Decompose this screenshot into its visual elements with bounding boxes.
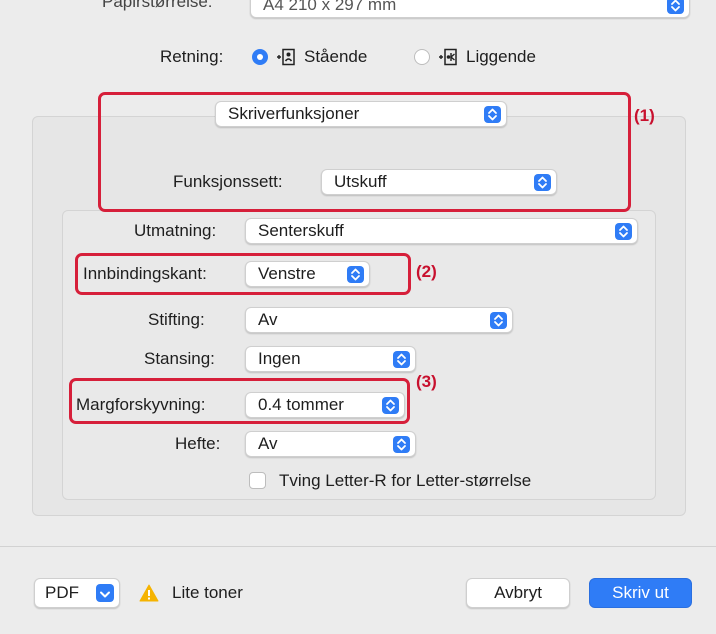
chevron-down-icon — [96, 584, 114, 602]
output-select[interactable]: Senterskuff — [245, 218, 638, 244]
stapling-value: Av — [258, 310, 278, 329]
low-toner-warning: Lite toner — [172, 583, 243, 602]
stepper-icon — [393, 436, 410, 453]
output-label: Utmatning: — [134, 221, 217, 240]
stapling-select[interactable]: Av — [245, 307, 513, 333]
annotation-box-2 — [75, 253, 411, 295]
stepper-icon — [393, 351, 410, 368]
punching-select[interactable]: Ingen — [245, 346, 416, 372]
stepper-icon — [490, 312, 507, 329]
output-value: Senterskuff — [258, 221, 344, 240]
pdf-label: PDF — [45, 583, 79, 602]
paper-size-label: Papirstørrelse: — [102, 0, 213, 11]
paper-size-select[interactable]: A4 210 x 297 mm — [250, 0, 690, 18]
annotation-box-3 — [69, 378, 410, 424]
stapling-label: Stifting: — [148, 310, 205, 329]
annotation-label-1: (1) — [634, 106, 655, 125]
print-button[interactable]: Skriv ut — [589, 578, 692, 608]
landscape-orientation-icon — [438, 48, 458, 71]
paper-size-value: A4 210 x 297 mm — [263, 0, 397, 14]
booklet-value: Av — [258, 434, 278, 453]
punching-value: Ingen — [258, 349, 301, 368]
footer-divider — [0, 546, 716, 547]
portrait-radio[interactable] — [252, 49, 268, 65]
cancel-button[interactable]: Avbryt — [466, 578, 570, 608]
annotation-label-3: (3) — [416, 372, 437, 391]
warning-icon — [139, 584, 159, 607]
orientation-label: Retning: — [160, 47, 224, 66]
booklet-label: Hefte: — [175, 434, 221, 453]
portrait-orientation-icon — [276, 48, 296, 71]
force-letter-r-checkbox[interactable] — [249, 472, 266, 489]
landscape-radio[interactable] — [414, 49, 430, 65]
annotation-box-1 — [98, 92, 631, 212]
landscape-label[interactable]: Liggende — [466, 47, 536, 67]
stepper-icon — [615, 223, 632, 240]
annotation-label-2: (2) — [416, 262, 437, 281]
force-letter-r-label[interactable]: Tving Letter-R for Letter-størrelse — [279, 471, 531, 491]
portrait-label[interactable]: Stående — [304, 47, 367, 67]
pdf-menu-button[interactable]: PDF — [34, 578, 120, 608]
punching-label: Stansing: — [144, 349, 215, 368]
booklet-select[interactable]: Av — [245, 431, 416, 457]
stepper-icon — [667, 0, 684, 14]
